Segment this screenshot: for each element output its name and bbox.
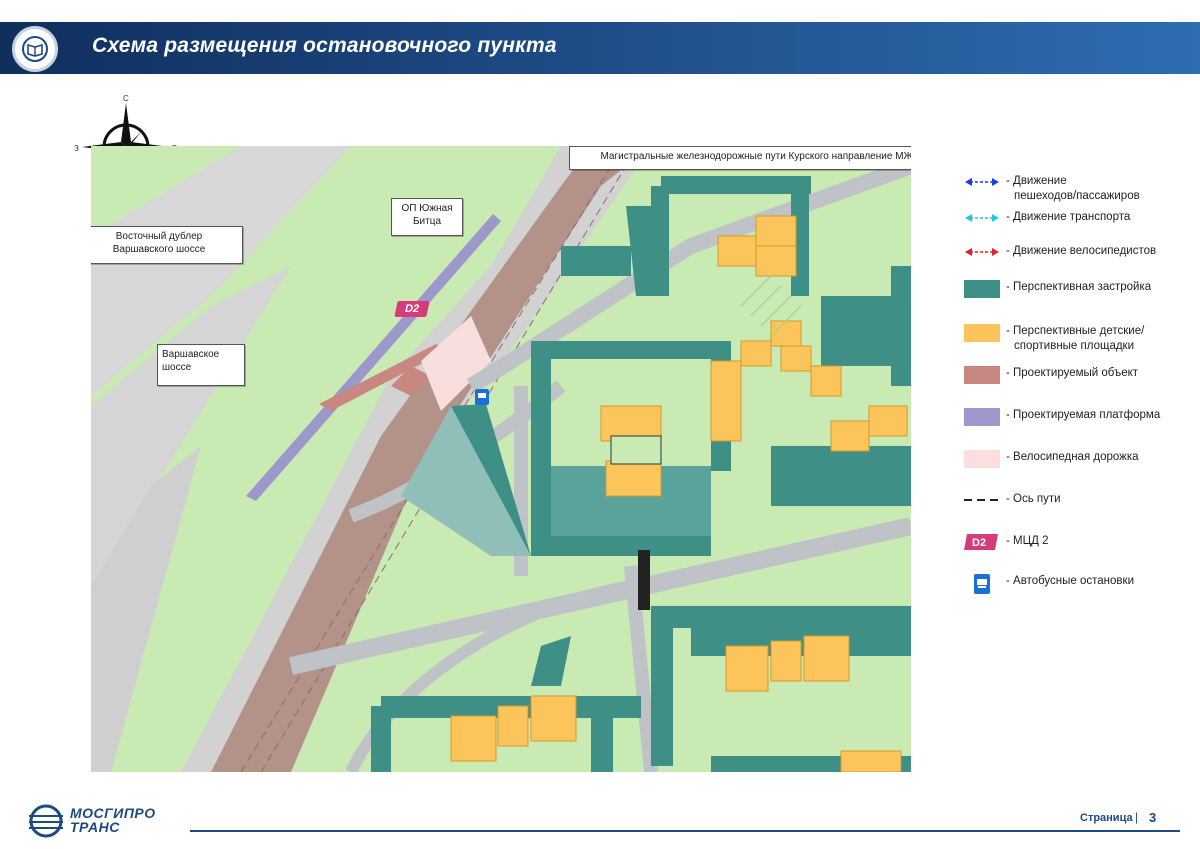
legend-label: - МЦД 2 bbox=[1006, 534, 1049, 549]
legend-swatch bbox=[964, 324, 1000, 342]
bus-stop-icon bbox=[964, 574, 1000, 594]
legend-label: - Движение велосипедистов bbox=[1006, 244, 1156, 259]
legend-label-line2: спортивные площадки bbox=[1014, 340, 1135, 352]
callout-backup-road-line1: Восточный дублер bbox=[115, 231, 203, 242]
legend-label-line1: - МЦД 2 bbox=[1006, 535, 1049, 547]
compass-west: З bbox=[74, 144, 79, 153]
legend-item: - Движение пешеходов/пассажиров bbox=[964, 170, 1194, 202]
legend-item: - Перспективные детские/спортивные площа… bbox=[964, 320, 1194, 352]
double-arrow-icon bbox=[964, 174, 1000, 190]
d2-badge-icon: D2 bbox=[964, 534, 1000, 550]
page-separator: | bbox=[1135, 810, 1139, 824]
callout-highway: Варшавское шоссе bbox=[157, 344, 245, 386]
legend-label: - Движение транспорта bbox=[1006, 210, 1130, 225]
legend-label-line1: - Движение велосипедистов bbox=[1006, 245, 1157, 257]
callout-station: ОП Южная Битца bbox=[391, 198, 463, 236]
legend-swatch bbox=[964, 280, 1000, 298]
site-map: Магистральные железнодорожные пути Курск… bbox=[91, 146, 911, 772]
legend-label: - Проектируемый объект bbox=[1006, 366, 1138, 381]
legend-item: - Проектируемый объект bbox=[964, 362, 1194, 386]
callout-station-line2: Битца bbox=[412, 216, 442, 227]
legend-label-line1: - Движение bbox=[1006, 175, 1067, 187]
brand-line1: МОСГИПРО bbox=[70, 805, 156, 821]
double-arrow-icon bbox=[964, 244, 1000, 260]
svg-text:D2: D2 bbox=[972, 537, 986, 549]
callout-highway-line2: шоссе bbox=[162, 362, 192, 373]
legend-label-line1: - Движение транспорта bbox=[1006, 211, 1131, 223]
legend-item: - Проектируемая платформа bbox=[964, 404, 1194, 428]
callout-highway-line1: Варшавское bbox=[162, 349, 220, 360]
legend-label-line1: - Проектируемый объект bbox=[1006, 367, 1139, 379]
legend-label: - Перспективная застройка bbox=[1006, 280, 1151, 295]
page-title: Схема размещения остановочного пункта bbox=[92, 34, 557, 57]
legend-swatch bbox=[964, 450, 1000, 468]
legend-label-line1: - Автобусные остановки bbox=[1006, 575, 1134, 587]
d2-badge: D2 bbox=[394, 301, 430, 317]
title-bar: Схема размещения остановочного пункта bbox=[0, 22, 1200, 74]
legend-item: - Автобусные остановки bbox=[964, 570, 1194, 594]
brand-name: МОСГИПРО ТРАНС bbox=[70, 806, 156, 834]
legend-label-line1: - Перспективные детские/ bbox=[1006, 325, 1145, 337]
legend-item: - Ось пути bbox=[964, 488, 1194, 512]
legend-label-line1: - Велосипедная дорожка bbox=[1006, 451, 1139, 463]
double-arrow-icon bbox=[964, 210, 1000, 226]
legend-item: D2 - МЦД 2 bbox=[964, 530, 1194, 554]
legend-item: - Движение транспорта bbox=[964, 206, 1194, 230]
compass-north: С bbox=[123, 95, 129, 103]
legend-label: - Велосипедная дорожка bbox=[1006, 450, 1139, 465]
legend-label: - Ось пути bbox=[1006, 492, 1061, 507]
legend-label-line2: пешеходов/пассажиров bbox=[1014, 190, 1140, 202]
legend-swatch bbox=[964, 408, 1000, 426]
legend-item: - Велосипедная дорожка bbox=[964, 446, 1194, 470]
logo-icon bbox=[27, 804, 65, 838]
legend-label-line1: - Ось пути bbox=[1006, 493, 1061, 505]
legend-label: - Перспективные детские/спортивные площа… bbox=[1006, 324, 1144, 354]
callout-station-line1: ОП Южная bbox=[401, 203, 453, 214]
callout-backup-road-line2: Варшавского шоссе bbox=[112, 244, 206, 255]
legend-label: - Проектируемая платформа bbox=[1006, 408, 1160, 423]
legend-item: - Движение велосипедистов bbox=[964, 240, 1194, 264]
legend-swatch bbox=[964, 366, 1000, 384]
book-icon bbox=[12, 26, 58, 72]
brand-line2: ТРАНС bbox=[70, 819, 120, 835]
dashed-line-icon bbox=[964, 492, 1000, 508]
page-number: 3 bbox=[1149, 810, 1157, 825]
slide: { "header": { "title": "Схема размещения… bbox=[0, 0, 1200, 849]
legend-label: - Автобусные остановки bbox=[1006, 574, 1134, 589]
legend-label-line1: - Перспективная застройка bbox=[1006, 281, 1152, 293]
legend-label: - Движение пешеходов/пассажиров bbox=[1006, 174, 1140, 204]
callout-railway: Магистральные железнодорожные пути Курск… bbox=[569, 146, 911, 170]
callout-backup-road: Восточный дублер Варшавского шоссе bbox=[91, 226, 243, 264]
footer-divider bbox=[190, 830, 1180, 832]
legend-label-line1: - Проектируемая платформа bbox=[1006, 409, 1161, 421]
page-label: Страница bbox=[1080, 812, 1133, 824]
legend-item: - Перспективная застройка bbox=[964, 276, 1194, 300]
